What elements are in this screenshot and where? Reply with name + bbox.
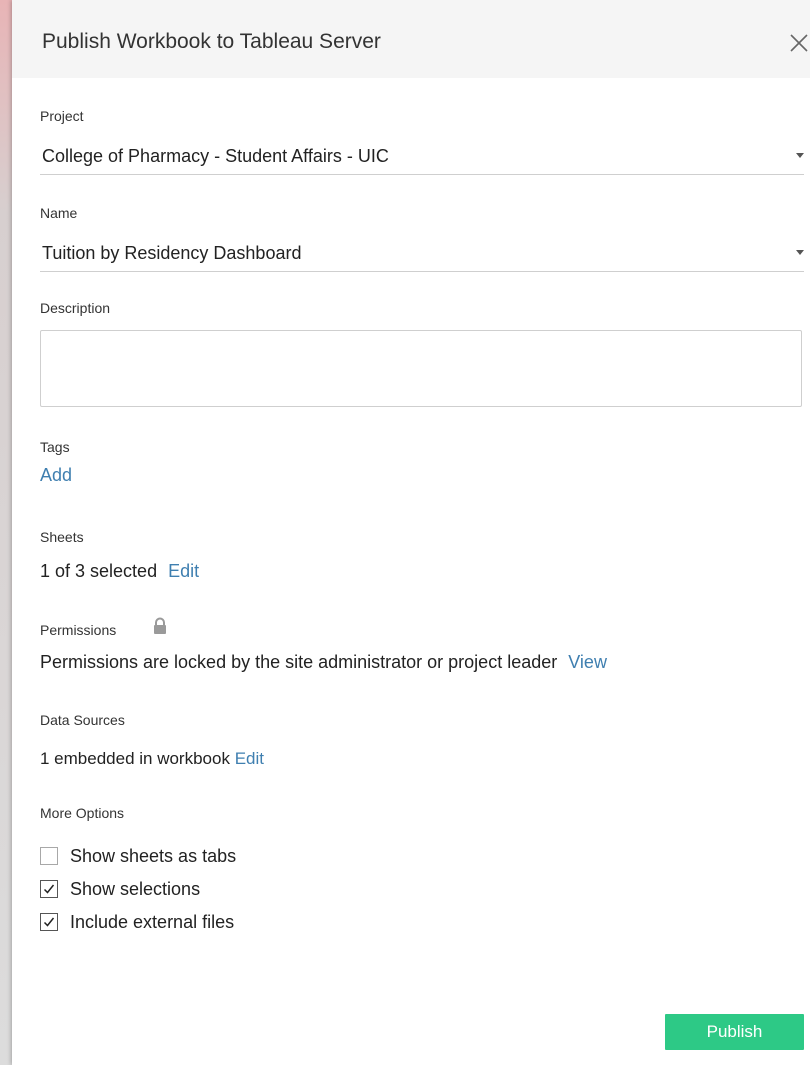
option-label: Show selections [70,878,201,899]
permissions-label: Permissions [40,622,117,638]
data-sources-row: 1 embedded in workbook Edit [40,749,264,769]
checkbox-checked[interactable] [40,913,58,931]
more-options-label: More Options [40,805,125,821]
option-show-selections[interactable]: Show selections [40,876,200,902]
option-include-external-files[interactable]: Include external files [40,909,234,935]
project-label: Project [40,108,84,124]
publish-workbook-dialog: Publish Workbook to Tableau Server Proje… [12,0,810,1065]
name-label: Name [40,205,78,221]
checkmark-icon [43,917,55,927]
data-sources-edit-link[interactable]: Edit [235,749,264,768]
sheets-row: 1 of 3 selected Edit [40,561,199,582]
chevron-down-icon [796,250,804,255]
tags-row: Add [40,465,72,486]
project-value: College of Pharmacy - Student Affairs - … [42,146,389,166]
description-label: Description [40,300,111,316]
chevron-down-icon [796,153,804,158]
option-label: Show sheets as tabs [70,845,237,866]
sheets-edit-link[interactable]: Edit [168,561,199,581]
sheets-summary: 1 of 3 selected [40,561,158,581]
option-label: Include external files [70,911,235,932]
project-dropdown[interactable]: College of Pharmacy - Student Affairs - … [40,140,804,175]
name-combobox[interactable]: Tuition by Residency Dashboard [40,237,804,272]
checkbox-unchecked[interactable] [40,847,58,865]
permissions-row: Permissions are locked by the site admin… [40,652,607,673]
permissions-view-link[interactable]: View [568,652,607,672]
publish-button[interactable]: Publish [665,1014,804,1050]
checkbox-checked[interactable] [40,880,58,898]
permissions-message: Permissions are locked by the site admin… [40,652,558,672]
data-sources-summary: 1 embedded in workbook [40,749,230,768]
add-tag-link[interactable]: Add [40,465,72,485]
dialog-header: Publish Workbook to Tableau Server [12,0,810,78]
description-textarea[interactable] [40,330,802,407]
name-value: Tuition by Residency Dashboard [42,243,302,263]
sheets-label: Sheets [40,529,84,545]
close-icon[interactable] [788,30,810,56]
tags-label: Tags [40,439,70,455]
checkmark-icon [43,884,55,894]
option-show-sheets-as-tabs[interactable]: Show sheets as tabs [40,843,236,869]
data-sources-label: Data Sources [40,712,125,728]
lock-icon [152,617,168,635]
dialog-title: Publish Workbook to Tableau Server [42,30,381,53]
